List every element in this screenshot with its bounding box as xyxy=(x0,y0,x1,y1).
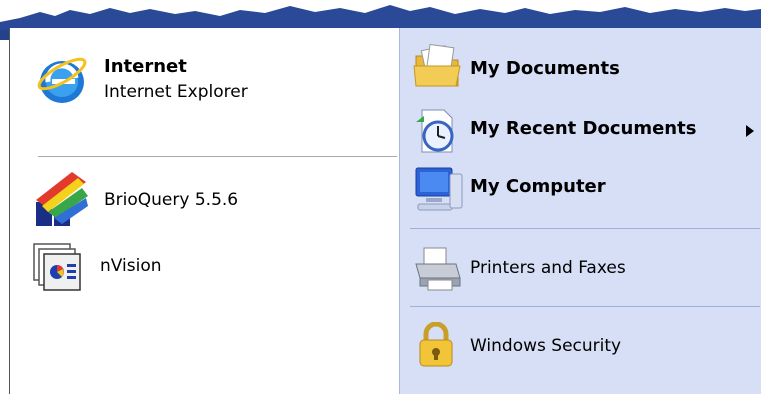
windows-security-label: Windows Security xyxy=(470,336,622,356)
program-label: nVision xyxy=(100,256,162,276)
right-separator xyxy=(410,228,760,229)
program-brioquery-item[interactable]: BrioQuery 5.5.6 xyxy=(28,166,388,234)
right-pane: My Documents My Recent Documents My Comp… xyxy=(399,28,761,394)
my-computer-label: My Computer xyxy=(470,176,606,197)
computer-icon xyxy=(412,164,464,218)
windows-security-item[interactable]: Windows Security xyxy=(408,314,758,374)
my-documents-item[interactable]: My Documents xyxy=(408,38,758,94)
folder-documents-icon xyxy=(412,42,464,94)
internet-subtitle: Internet Explorer xyxy=(104,82,248,102)
recent-documents-icon xyxy=(412,106,464,160)
my-recent-documents-label: My Recent Documents xyxy=(470,118,697,139)
my-computer-item[interactable]: My Computer xyxy=(408,160,758,216)
printers-and-faxes-label: Printers and Faxes xyxy=(470,258,626,278)
program-nvision-item[interactable]: nVision xyxy=(28,238,388,298)
padlock-icon xyxy=(416,321,456,372)
my-documents-label: My Documents xyxy=(470,58,620,79)
printer-icon xyxy=(412,244,464,296)
program-label: BrioQuery 5.5.6 xyxy=(104,190,239,210)
right-separator-2 xyxy=(410,306,760,307)
left-pane: Internet Internet Explorer BrioQuery 5.5… xyxy=(9,28,400,394)
my-recent-documents-item[interactable]: My Recent Documents xyxy=(408,100,758,156)
submenu-arrow-icon xyxy=(746,122,754,141)
nvision-icon xyxy=(32,242,84,298)
pinned-internet-item[interactable]: Internet Internet Explorer xyxy=(28,50,388,114)
brioquery-icon xyxy=(32,170,90,234)
left-separator xyxy=(38,156,397,157)
internet-explorer-icon xyxy=(34,52,90,112)
printers-and-faxes-item[interactable]: Printers and Faxes xyxy=(408,236,758,296)
internet-title: Internet xyxy=(104,56,187,77)
